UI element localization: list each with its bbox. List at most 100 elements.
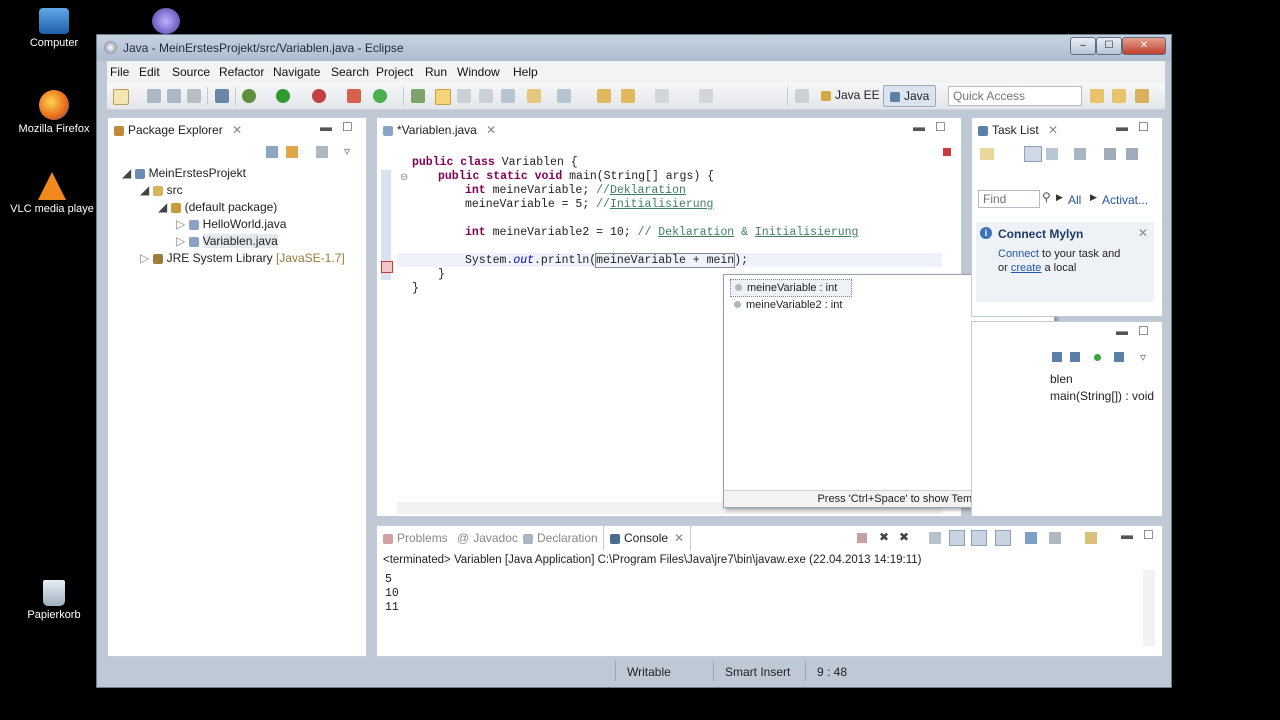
- title-bar[interactable]: Java - MeinErstesProjekt/src/Variablen.j…: [97, 35, 1171, 61]
- open-console-icon[interactable]: [1025, 532, 1037, 544]
- maximize-view-icon[interactable]: ☐: [1143, 528, 1154, 542]
- menu-file[interactable]: File: [110, 65, 129, 79]
- activate-link[interactable]: Activat...: [1102, 193, 1148, 207]
- remove-launch-icon[interactable]: ✖: [879, 530, 889, 544]
- maximize-view-icon[interactable]: ☐: [1138, 324, 1149, 338]
- maximize-button[interactable]: ☐: [1096, 37, 1122, 55]
- show-whitespace-icon[interactable]: [479, 89, 493, 103]
- prev-annotation-icon[interactable]: [557, 89, 571, 103]
- scheduled-icon[interactable]: [1046, 148, 1058, 160]
- chevron-down-icon[interactable]: ▿: [1140, 350, 1146, 364]
- maximize-view-icon[interactable]: ☐: [935, 120, 946, 134]
- menu-run[interactable]: Run: [425, 65, 447, 79]
- pin-editor-icon[interactable]: [699, 89, 713, 103]
- new-task-icon[interactable]: [980, 148, 994, 160]
- categorized-icon[interactable]: [1024, 146, 1042, 162]
- close-icon[interactable]: ✕: [1138, 226, 1148, 240]
- collapse-all-icon[interactable]: [1126, 148, 1138, 160]
- minimize-view-icon[interactable]: ▬: [913, 120, 925, 134]
- hide-fields-icon[interactable]: [1052, 352, 1062, 362]
- code-line-8[interactable]: }: [412, 282, 419, 295]
- tab-task-list[interactable]: Task List ✕: [978, 118, 1058, 142]
- terminate-icon[interactable]: [857, 533, 867, 543]
- eclipse-desktop-icon[interactable]: [152, 8, 180, 34]
- proposal-item[interactable]: meineVariable : int: [730, 279, 852, 297]
- close-button[interactable]: ✕: [1122, 37, 1166, 55]
- minimize-button[interactable]: ‒: [1070, 37, 1096, 55]
- coverage-icon[interactable]: [312, 89, 326, 103]
- debug-icon[interactable]: [242, 89, 256, 103]
- maximize-view-icon[interactable]: ☐: [342, 120, 353, 134]
- clear-console-icon[interactable]: [929, 532, 941, 544]
- new-console-icon[interactable]: [1085, 532, 1097, 544]
- tab-editor-variablen[interactable]: *Variablen.java ✕: [383, 118, 496, 142]
- collapse-icon[interactable]: [1104, 148, 1116, 160]
- toggle-mark-occurrences-icon[interactable]: [435, 89, 451, 105]
- maximize-view-icon[interactable]: ☐: [1138, 120, 1149, 134]
- next-annotation-icon[interactable]: [501, 89, 515, 103]
- menu-source[interactable]: Source: [172, 65, 210, 79]
- desktop-icon-vlc[interactable]: VLC media playe: [7, 172, 97, 215]
- close-tab-icon[interactable]: ✕: [1048, 123, 1058, 137]
- tab-console[interactable]: Console ✕: [603, 526, 692, 550]
- print-icon[interactable]: [187, 89, 201, 103]
- menu-project[interactable]: Project: [376, 65, 413, 79]
- console-vertical-scrollbar[interactable]: [1143, 570, 1155, 646]
- menu-search[interactable]: Search: [331, 65, 369, 79]
- desktop-icon-computer[interactable]: Computer: [9, 8, 99, 49]
- tree-item-file[interactable]: ▷ HelloWorld.java: [176, 217, 286, 231]
- perspective-java-ee[interactable]: Java EE: [821, 88, 880, 102]
- code-line-5[interactable]: int meineVariable2 = 10; // Deklaration …: [465, 226, 858, 239]
- remove-all-icon[interactable]: ✖: [899, 530, 909, 544]
- task-find-input[interactable]: [978, 190, 1040, 208]
- tree-item-src[interactable]: ◢ src: [140, 183, 183, 197]
- hide-nonpublic-icon[interactable]: [1114, 352, 1124, 362]
- desktop-icon-recycle-bin[interactable]: Papierkorb: [9, 580, 99, 621]
- open-type-icon[interactable]: [411, 89, 425, 103]
- code-line-7[interactable]: }: [438, 268, 445, 281]
- skip-breakpoints-icon[interactable]: [215, 89, 229, 103]
- minimize-view-icon[interactable]: ▬: [1116, 324, 1128, 338]
- outline-class-item[interactable]: blen: [1050, 372, 1073, 386]
- tree-item-file-selected[interactable]: ▷ Variablen.java: [176, 234, 278, 248]
- pin-console-icon[interactable]: [995, 530, 1011, 546]
- new-icon[interactable]: [113, 89, 129, 105]
- next-edit-icon[interactable]: [527, 89, 541, 103]
- code-line-2[interactable]: public static void main(String[] args) {: [438, 170, 714, 183]
- menu-edit[interactable]: Edit: [139, 65, 160, 79]
- task-icon[interactable]: [1090, 89, 1104, 103]
- close-tab-icon[interactable]: ✕: [486, 123, 496, 137]
- desktop-icon-firefox[interactable]: Mozilla Firefox: [9, 90, 99, 135]
- block-selection-icon[interactable]: [457, 89, 471, 103]
- menu-help[interactable]: Help: [513, 65, 538, 79]
- code-line-6[interactable]: System.out.println(meineVariable + mein)…: [465, 253, 748, 268]
- close-tab-icon[interactable]: ✕: [232, 123, 242, 137]
- tab-javadoc[interactable]: @ Javadoc: [457, 526, 518, 550]
- save-all-icon[interactable]: [167, 89, 181, 103]
- tab-declaration[interactable]: Declaration: [523, 526, 598, 550]
- outline-method-item[interactable]: main(String[]) : void: [1050, 389, 1154, 403]
- menu-navigate[interactable]: Navigate: [273, 65, 320, 79]
- hide-completed-icon[interactable]: [1074, 148, 1086, 160]
- collapse-all-icon[interactable]: [266, 146, 278, 158]
- external-tools-icon[interactable]: [347, 89, 361, 103]
- save-icon[interactable]: [147, 89, 161, 103]
- scroll-lock-icon[interactable]: [949, 530, 965, 546]
- tree-item-project[interactable]: ◢ MeinErstesProjekt: [122, 166, 246, 180]
- chevron-down-icon[interactable]: ▿: [344, 144, 350, 158]
- create-link[interactable]: create: [1011, 262, 1042, 274]
- code-line-1[interactable]: public class Variablen {: [412, 156, 578, 169]
- wand-icon[interactable]: [1135, 89, 1149, 103]
- link-editor-icon[interactable]: [286, 146, 298, 158]
- close-tab-icon[interactable]: ✕: [674, 531, 684, 545]
- display-console-icon[interactable]: [1049, 532, 1061, 544]
- menu-window[interactable]: Window: [457, 65, 500, 79]
- refresh-icon[interactable]: [373, 89, 387, 103]
- proposal-item[interactable]: meineVariable2 : int: [730, 297, 842, 313]
- minimize-view-icon[interactable]: ▬: [320, 120, 332, 134]
- view-menu-icon[interactable]: [316, 146, 328, 158]
- all-link[interactable]: All: [1068, 193, 1081, 207]
- tree-item-default-package[interactable]: ◢ (default package): [158, 200, 277, 214]
- tree-item-jre-library[interactable]: ▷ JRE System Library [JavaSE-1.7]: [140, 251, 345, 265]
- run-icon[interactable]: [276, 89, 290, 103]
